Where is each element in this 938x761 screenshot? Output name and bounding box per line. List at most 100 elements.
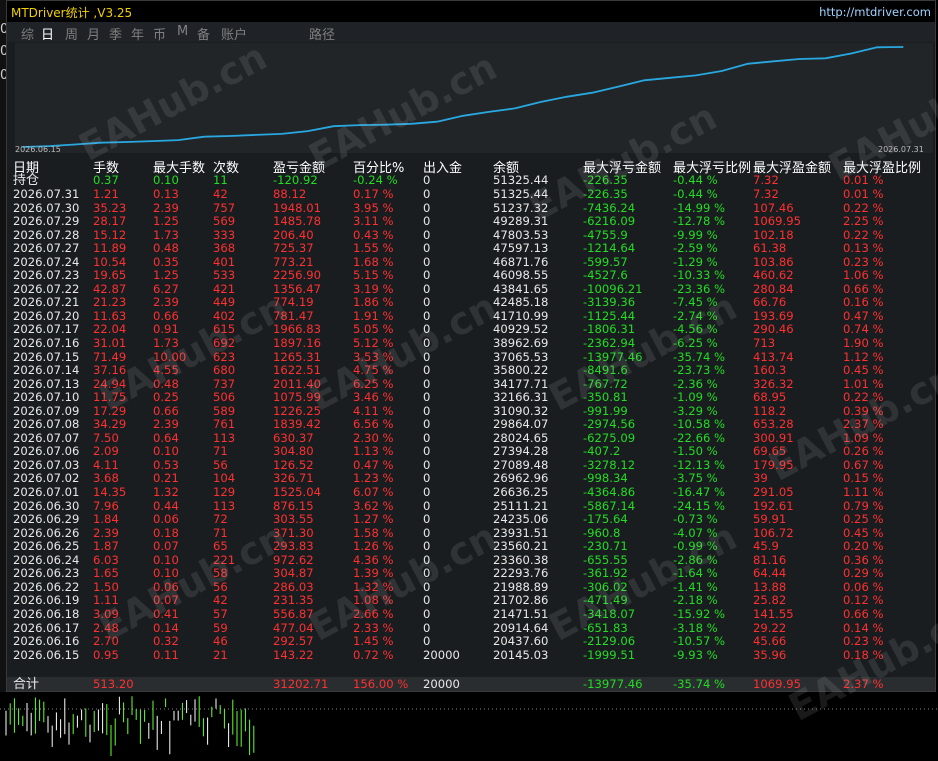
table-cell: 293.83 — [273, 539, 314, 554]
table-cell: 179.95 — [753, 457, 794, 472]
holding-row: 持仓 0.37 0.10 11 -120.92 -0.24 % 0 51325.44 -226.… — [7, 174, 935, 188]
table-cell: 2.70 — [93, 634, 119, 649]
table-cell: 2026.07.31 — [13, 187, 80, 201]
table-row[interactable]: 2026.07.23 19.65 1.25 533 2256.90 5.15 % 0 4609… — [7, 269, 935, 283]
table-cell: 0.22 % — [843, 390, 884, 405]
table-row[interactable]: 2026.06.23 1.65 0.10 58 304.87 1.39 % 0 22293.7… — [7, 567, 935, 581]
table-row[interactable]: 2026.06.19 1.11 0.07 42 231.35 1.08 % 0 21702.8… — [7, 594, 935, 608]
table-cell: 231.35 — [273, 593, 314, 608]
table-row[interactable]: 2026.06.24 6.03 0.10 221 972.62 4.36 % 0 23360.… — [7, 553, 935, 568]
table-row[interactable]: 2026.07.31 1.21 0.13 42 88.12 0.17 % 0 51325.44… — [7, 188, 935, 202]
table-row[interactable]: 2026.07.27 11.89 0.48 368 725.37 1.55 % 0 47597… — [7, 242, 935, 256]
table-row[interactable]: 2026.06.30 7.96 0.44 113 876.15 3.62 % 0 25111.… — [7, 498, 935, 514]
table-row[interactable]: 2026.07.28 15.12 1.73 333 206.40 0.43 % 0 47803… — [7, 227, 935, 243]
table-cell: 56 — [213, 457, 228, 472]
total-cell: 2.37 % — [843, 677, 884, 691]
table-cell: -998.34 — [583, 471, 628, 486]
table-row[interactable]: 2026.07.01 14.35 1.32 129 1525.04 6.07 % 0 2663… — [7, 486, 935, 500]
table-cell: 0.10 — [153, 444, 179, 459]
table-cell: 1.32 — [153, 485, 179, 500]
table-row[interactable]: 2026.07.06 2.09 0.10 71 304.80 1.13 % 0 27394.2… — [7, 445, 935, 459]
table-cell: 25111.21 — [493, 498, 549, 513]
table-row[interactable]: 2026.06.18 3.09 0.41 57 556.87 2.66 % 0 21471.5… — [7, 606, 935, 622]
table-cell: 630.37 — [273, 430, 314, 445]
table-row[interactable]: 2026.07.08 34.29 2.39 761 1839.42 6.56 % 0 2986… — [7, 418, 935, 432]
table-cell: 2026.06.29 — [13, 512, 80, 527]
table-row[interactable]: 2026.07.07 7.50 0.64 113 630.37 2.30 % 0 28024.… — [7, 430, 935, 446]
table-cell: 0 — [423, 457, 431, 472]
table-cell: 1.87 — [93, 539, 119, 554]
table-cell: 0 — [423, 634, 431, 649]
table-cell: 0.15 % — [843, 471, 884, 486]
table-row[interactable]: 2026.06.16 2.70 0.32 46 292.57 1.45 % 0 20437.6… — [7, 635, 935, 649]
table-row[interactable]: 2026.07.10 11.75 0.25 506 1075.99 3.46 % 0 3216… — [7, 391, 935, 405]
table-cell: 326.32 — [753, 376, 794, 391]
table-cell: 1897.16 — [273, 336, 321, 351]
table-cell: 0 — [423, 498, 431, 513]
tab-0[interactable]: 综 — [21, 24, 34, 43]
table-cell: 623 — [213, 349, 236, 364]
tab-1[interactable]: 日 — [41, 24, 54, 43]
balance-point — [850, 52, 852, 55]
table-cell: 0.14 % — [843, 620, 884, 635]
table-cell: 371.30 — [273, 525, 314, 540]
table-row[interactable]: 2026.06.25 1.87 0.07 65 293.83 1.26 % 0 23560.2… — [7, 540, 935, 554]
table-row[interactable]: 2026.07.15 71.49 10.00 623 1265.31 3.53 % 0 370… — [7, 349, 935, 365]
table-row[interactable]: 2026.07.03 4.11 0.53 56 126.52 0.47 % 0 27089.4… — [7, 457, 935, 473]
table-cell: 0.41 — [153, 606, 179, 621]
table-cell: 0 — [423, 444, 431, 459]
table-cell: 31.01 — [93, 336, 127, 351]
table-row[interactable]: 2026.07.29 28.17 1.25 569 1485.78 3.11 % 0 4928… — [7, 215, 935, 229]
table-row[interactable]: 2026.07.20 11.63 0.66 402 781.47 1.91 % 0 41710… — [7, 308, 935, 324]
table-cell: 781.47 — [273, 308, 314, 323]
table-row[interactable]: 2026.07.30 35.23 2.39 757 1948.01 3.95 % 0 5123… — [7, 200, 935, 216]
tab-10[interactable]: 路径 — [309, 24, 335, 43]
table-cell: 774.19 — [273, 295, 314, 310]
total-row: 合计 513.20 31202.71 156.00 % 20000 -13977.46 -3… — [7, 677, 935, 691]
table-cell: 291.05 — [753, 485, 794, 500]
table-cell: 2026.07.24 — [13, 254, 80, 269]
table-cell: 40929.52 — [493, 322, 549, 337]
table-row[interactable]: 2026.06.26 2.39 0.18 71 371.30 1.58 % 0 23931.5… — [7, 525, 935, 541]
table-row[interactable]: 2026.07.24 10.54 0.35 401 773.21 1.68 % 0 46871… — [7, 254, 935, 270]
table-cell: 23560.21 — [493, 539, 549, 554]
table-cell: 0.74 % — [843, 322, 884, 337]
table-row[interactable]: 2026.07.21 21.23 2.39 449 774.19 1.86 % 0 42485… — [7, 296, 935, 310]
table-row[interactable]: 2026.06.29 1.84 0.06 72 303.55 1.27 % 0 24235.0… — [7, 513, 935, 527]
table-row[interactable]: 2026.07.22 42.87 6.27 421 1356.47 3.19 % 0 4384… — [7, 282, 935, 297]
tab-7[interactable]: M — [177, 24, 188, 39]
tab-9[interactable]: 账户 — [221, 24, 247, 43]
table-cell: 0.18 % — [843, 647, 884, 662]
table-row[interactable]: 2026.07.17 22.04 0.91 615 1966.83 5.05 % 0 4092… — [7, 323, 935, 337]
table-row[interactable]: 2026.06.17 2.48 0.14 59 477.04 2.33 % 0 20914.6… — [7, 620, 935, 636]
table-cell: 26636.25 — [493, 485, 549, 500]
tab-8[interactable]: 备 — [197, 24, 210, 43]
table-cell: -2.18 % — [673, 593, 718, 608]
table-row[interactable]: 2026.07.13 24.94 0.48 737 2011.40 6.25 % 0 3417… — [7, 376, 935, 392]
table-cell: 1069.95 — [753, 214, 801, 229]
table-row[interactable]: 2026.07.09 17.29 0.66 589 1226.25 4.11 % 0 3109… — [7, 404, 935, 419]
table-row[interactable]: 2026.07.14 37.16 4.55 680 1622.51 4.75 % 0 3580… — [7, 364, 935, 378]
table-cell: -2.59 % — [673, 241, 718, 256]
tab-2[interactable]: 周 — [65, 24, 78, 43]
tab-6[interactable]: 币 — [153, 24, 166, 43]
table-row[interactable]: 2026.07.02 3.68 0.21 104 326.71 1.23 % 0 26962.… — [7, 472, 935, 486]
table-row[interactable]: 2026.06.15 0.95 0.11 21 143.22 0.72 % 20000 201… — [7, 647, 935, 663]
table-row[interactable]: 2026.06.22 1.50 0.06 56 286.03 1.32 % 0 21988.8… — [7, 580, 935, 595]
table-cell: 0.43 % — [353, 227, 394, 242]
table-cell: 326.71 — [273, 471, 314, 486]
table-cell: 1.45 % — [353, 634, 394, 649]
table-cell: 71 — [213, 525, 228, 540]
table-cell: 1.84 — [93, 512, 119, 527]
table-row[interactable]: 2026.07.16 31.01 1.73 692 1897.16 5.12 % 0 3896… — [7, 337, 935, 351]
table-cell: 0.22 % — [843, 200, 884, 215]
table-cell: -35.74 % — [673, 349, 726, 364]
website-link[interactable]: http://mtdriver.com — [819, 5, 931, 19]
table-cell: -0.73 % — [673, 512, 718, 527]
table-cell: -960.8 — [583, 525, 621, 540]
tab-3[interactable]: 月 — [87, 24, 100, 43]
tab-4[interactable]: 季 — [109, 24, 122, 43]
tab-5[interactable]: 年 — [131, 24, 144, 43]
table-cell: 21.23 — [93, 295, 127, 310]
table-cell: 68.95 — [753, 390, 787, 405]
